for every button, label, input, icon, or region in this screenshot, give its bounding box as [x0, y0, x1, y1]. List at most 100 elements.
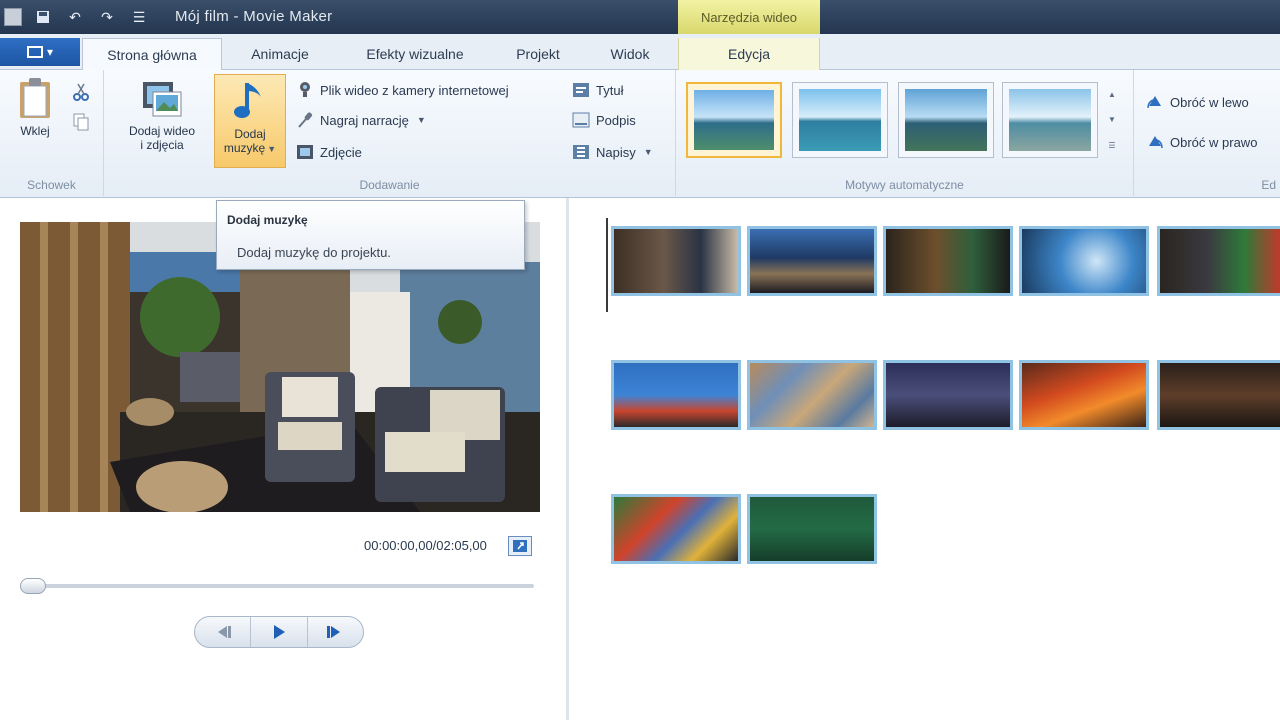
clipboard-group: Wklej Schowek: [0, 70, 104, 196]
ribbon: Wklej Schowek Dodaj wideo i zdjęcia Doda…: [0, 70, 1280, 198]
clipboard-group-label: Schowek: [27, 178, 76, 192]
theme-thumbnail[interactable]: [898, 82, 994, 158]
previous-frame-icon: [217, 626, 231, 638]
snapshot-icon: [296, 143, 314, 161]
file-menu-button[interactable]: ▾: [0, 38, 80, 66]
storyboard-clip[interactable]: [611, 226, 741, 296]
rotate-right-label: Obróć w prawo: [1170, 134, 1258, 150]
undo-icon[interactable]: ↶: [64, 6, 86, 28]
context-tab-header: Narzędzia wideo: [678, 0, 820, 34]
rotate-group: Obróć w lewo Obróć w prawo Ed: [1134, 70, 1280, 196]
tooltip-title: Dodaj muzykę: [227, 213, 308, 227]
window-title: Mój film - Movie Maker: [175, 8, 333, 25]
storyboard-clip[interactable]: [747, 360, 877, 430]
storyboard-clip[interactable]: [611, 494, 741, 564]
chevron-down-icon: ▼: [643, 147, 653, 157]
title-label: Tytuł: [596, 82, 624, 98]
caption-icon: [572, 111, 590, 129]
tab-animations[interactable]: Animacje: [230, 38, 330, 70]
theme-thumbnail[interactable]: [792, 82, 888, 158]
add-group-label: Dodawanie: [359, 178, 420, 192]
theme-gallery-scroll[interactable]: ▲ ▼ ☰: [1104, 82, 1120, 158]
webcam-video-label: Plik wideo z kamery internetowej: [320, 82, 509, 98]
copy-button[interactable]: [72, 110, 90, 134]
chevron-up-icon[interactable]: ▲: [1108, 90, 1116, 99]
theme-thumbnail[interactable]: [686, 82, 782, 158]
cut-button[interactable]: [72, 80, 90, 104]
storyboard-clip[interactable]: [747, 226, 877, 296]
storyboard-clip[interactable]: [747, 494, 877, 564]
app-icon[interactable]: [4, 8, 22, 26]
title-button[interactable]: Tytuł: [572, 78, 623, 102]
save-icon[interactable]: [32, 6, 54, 28]
rotate-left-button[interactable]: Obróć w lewo: [1146, 90, 1249, 114]
file-menu-icon: [26, 46, 43, 58]
tab-view[interactable]: Widok: [588, 38, 672, 70]
previous-frame-button[interactable]: [195, 617, 250, 647]
tab-edit[interactable]: Edycja: [678, 38, 820, 70]
add-videos-photos-button[interactable]: Dodaj wideo i zdjęcia: [112, 78, 212, 152]
gallery-more-icon[interactable]: ☰: [1108, 141, 1115, 150]
caption-label: Podpis: [596, 112, 636, 128]
fullscreen-button[interactable]: [508, 536, 532, 556]
theme-thumbnail[interactable]: [1002, 82, 1098, 158]
tab-home[interactable]: Strona główna: [82, 38, 222, 71]
automovie-themes-label: Motywy automatyczne: [845, 178, 964, 192]
customize-qat-icon[interactable]: ☰: [128, 6, 150, 28]
add-music-label-2: muzykę: [223, 141, 266, 155]
tab-project[interactable]: Projekt: [496, 38, 580, 70]
playback-position-indicator: [606, 218, 608, 312]
redo-icon[interactable]: ↷: [96, 6, 118, 28]
paste-label: Wklej: [20, 124, 50, 138]
storyboard: [569, 198, 1280, 720]
rotate-left-label: Obróć w lewo: [1170, 94, 1249, 110]
storyboard-clip[interactable]: [883, 360, 1013, 430]
preview-pane: 00:00:00,00/02:05,00: [0, 198, 566, 720]
storyboard-clip[interactable]: [1157, 360, 1280, 430]
rotate-right-button[interactable]: Obróć w prawo: [1146, 130, 1257, 154]
paste-icon: [20, 78, 50, 118]
seek-bar-thumb[interactable]: [20, 578, 46, 594]
record-narration-button[interactable]: Nagraj narrację ▼: [296, 108, 426, 132]
title-icon: [572, 81, 590, 99]
storyboard-clip[interactable]: [1019, 360, 1149, 430]
paste-button[interactable]: Wklej: [10, 76, 60, 138]
rotate-group-label: Ed: [1261, 178, 1276, 192]
next-frame-icon: [327, 626, 341, 638]
add-music-label-2-row: muzykę ▼: [224, 141, 276, 156]
rotate-right-icon: [1146, 133, 1164, 151]
add-music-button[interactable]: Dodaj muzykę ▼: [214, 74, 286, 168]
storyboard-clip[interactable]: [1157, 226, 1280, 296]
ribbon-tab-row: ▾ Strona główna Animacje Efekty wizualne…: [0, 34, 1280, 71]
add-videos-label-1: Dodaj wideo: [128, 124, 196, 138]
add-group: Dodaj wideo i zdjęcia Dodaj muzykę ▼ Plik…: [104, 70, 676, 196]
preview-timecode: 00:00:00,00/02:05,00: [364, 538, 487, 553]
automovie-themes-group: ▲ ▼ ☰ Motywy automatyczne: [676, 70, 1134, 196]
storyboard-clip[interactable]: [611, 360, 741, 430]
rotate-left-icon: [1146, 93, 1164, 111]
playback-controls: [194, 616, 364, 648]
music-note-icon: [234, 83, 261, 118]
seek-bar-track[interactable]: [22, 584, 534, 588]
record-narration-label: Nagraj narrację: [320, 112, 409, 128]
webcam-icon: [296, 81, 314, 99]
chevron-down-icon[interactable]: ▼: [1108, 115, 1116, 124]
caption-button[interactable]: Podpis: [572, 108, 636, 132]
storyboard-clip[interactable]: [883, 226, 1013, 296]
credits-label: Napisy: [596, 144, 636, 160]
tab-visual-effects[interactable]: Efekty wizualne: [340, 38, 490, 70]
add-music-label-1: Dodaj: [234, 127, 266, 141]
film-photo-icon: [143, 82, 182, 117]
storyboard-clip[interactable]: [1019, 226, 1149, 296]
webcam-video-button[interactable]: Plik wideo z kamery internetowej: [296, 78, 509, 102]
snapshot-button[interactable]: Zdjęcie: [296, 140, 362, 164]
play-button[interactable]: [250, 617, 306, 647]
credits-icon: [572, 143, 590, 161]
credits-button[interactable]: Napisy ▼: [572, 140, 653, 164]
copy-icon: [72, 113, 90, 131]
add-music-tooltip: Dodaj muzykę Dodaj muzykę do projektu.: [216, 200, 525, 270]
next-frame-button[interactable]: [306, 617, 363, 647]
scissors-icon: [72, 83, 90, 101]
quick-access-toolbar: ↶ ↷ ☰: [0, 0, 150, 34]
add-videos-label-2: i zdjęcia: [140, 138, 184, 152]
